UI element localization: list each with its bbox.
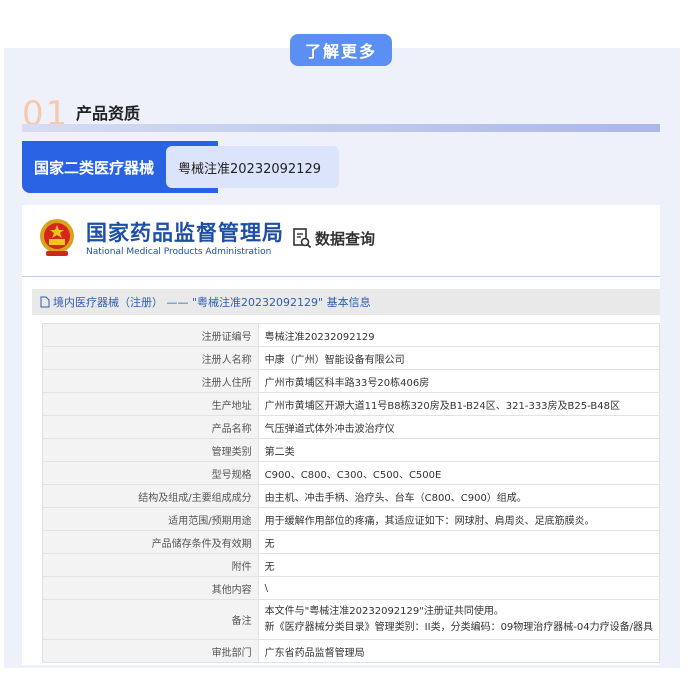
learn-more-button[interactable]: 了解更多 bbox=[290, 34, 392, 66]
basic-info-title-text: 境内医疗器械（注册） —— "粤械注准20232092129" 基本信息 bbox=[53, 296, 371, 309]
data-query-label: 数据查询 bbox=[315, 229, 376, 248]
nmpa-name-en: National Medical Products Administration bbox=[86, 247, 272, 257]
table-row: 备注 本文件与"粤械注准20232092129"注册证共同使用。新《医疗器械分类目… bbox=[42, 599, 660, 640]
row-label: 注册人住所 bbox=[42, 369, 259, 393]
basic-info-title: 境内医疗器械（注册） —— "粤械注准20232092129" 基本信息 bbox=[32, 289, 660, 315]
row-value: 用于缓解作用部位的疼痛，其适应证如下：网球肘、肩周炎、足底筋膜炎。 bbox=[257, 507, 660, 531]
data-query-link[interactable]: 数据查询 bbox=[292, 227, 375, 249]
note-line-1: 本文件与"粤械注准20232092129"注册证共同使用。 bbox=[264, 605, 504, 617]
section-underline bbox=[22, 124, 660, 132]
table-row: 生产地址 广州市黄埔区开源大道11号B8栋320房及B1-B24区、321-333… bbox=[42, 392, 660, 416]
nmpa-header: 国家药品监督管理局 National Medical Products Admi… bbox=[22, 205, 660, 277]
row-label: 适用范围/预期用途 bbox=[42, 507, 259, 531]
table-row: 注册人名称 中康（广州）智能设备有限公司 bbox=[42, 346, 660, 370]
row-label: 附件 bbox=[42, 553, 259, 577]
table-row: 结构及组成/主要组成成分 由主机、冲击手柄、治疗头、台车（C800、C900）组成… bbox=[42, 484, 660, 508]
nmpa-name-cn: 国家药品监督管理局 bbox=[86, 221, 284, 245]
row-value: 中康（广州）智能设备有限公司 bbox=[257, 346, 660, 370]
row-label: 生产地址 bbox=[42, 392, 259, 416]
table-row: 审批部门 广东省药品监督管理局 bbox=[42, 639, 660, 663]
section-title: 产品资质 bbox=[76, 104, 141, 123]
row-value: 无 bbox=[257, 553, 660, 577]
row-label: 注册证编号 bbox=[42, 323, 259, 347]
row-value: 广州市黄埔区科丰路33号20栋406房 bbox=[257, 369, 660, 393]
row-value: 第二类 bbox=[257, 438, 660, 462]
row-value: 由主机、冲击手柄、治疗头、台车（C800、C900）组成。 bbox=[257, 484, 660, 508]
registration-screenshot: 国家药品监督管理局 National Medical Products Admi… bbox=[22, 205, 660, 665]
row-label: 其他内容 bbox=[42, 576, 259, 600]
row-value: 无 bbox=[257, 530, 660, 554]
row-value: 广州市黄埔区开源大道11号B8栋320房及B1-B24区、321-333房及B2… bbox=[257, 392, 660, 416]
row-value: 本文件与"粤械注准20232092129"注册证共同使用。新《医疗器械分类目录》… bbox=[257, 599, 660, 640]
row-label: 结构及组成/主要组成成分 bbox=[42, 484, 259, 508]
table-row: 管理类别 第二类 bbox=[42, 438, 660, 462]
table-row: 产品储存条件及有效期无 bbox=[42, 530, 660, 554]
table-row: 注册人住所 广州市黄埔区科丰路33号20栋406房 bbox=[42, 369, 660, 393]
table-row: 其他内容 \ bbox=[42, 576, 660, 600]
table-row: 产品名称 气压弹道式体外冲击波治疗仪 bbox=[42, 415, 660, 439]
national-emblem-icon bbox=[40, 219, 74, 256]
row-label: 产品储存条件及有效期 bbox=[42, 530, 259, 554]
row-value: 气压弹道式体外冲击波治疗仪 bbox=[257, 415, 660, 439]
registration-info-table: 注册证编号 粤械注准20232092129 注册人名称 中康（广州）智能设备有限公司… bbox=[42, 323, 660, 663]
row-label: 注册人名称 bbox=[42, 346, 259, 370]
table-row: 附件无 bbox=[42, 553, 660, 577]
note-line-2: 新《医疗器械分类目录》管理类别：II类，分类编码：09物理治疗器械-04力疗设备… bbox=[264, 621, 653, 633]
row-value: 广东省药品监督管理局 bbox=[257, 639, 660, 663]
row-value: 粤械注准20232092129 bbox=[257, 323, 660, 347]
search-document-icon bbox=[293, 228, 312, 249]
table-row: 型号规格 C900、C800、C300、C500、C500E bbox=[42, 461, 660, 485]
row-label: 备注 bbox=[42, 599, 259, 640]
row-label: 产品名称 bbox=[42, 415, 259, 439]
registration-number-tag: 粤械注准20232092129 bbox=[166, 146, 339, 188]
table-row: 适用范围/预期用途 用于缓解作用部位的疼痛，其适应证如下：网球肘、肩周炎、足底筋膜… bbox=[42, 507, 660, 531]
row-value: C900、C800、C300、C500、C500E bbox=[257, 461, 660, 485]
row-label: 管理类别 bbox=[42, 438, 259, 462]
row-label: 审批部门 bbox=[42, 639, 259, 663]
row-value: \ bbox=[257, 576, 660, 600]
document-icon bbox=[40, 296, 50, 308]
row-label: 型号规格 bbox=[42, 461, 259, 485]
table-row: 注册证编号 粤械注准20232092129 bbox=[42, 323, 660, 347]
